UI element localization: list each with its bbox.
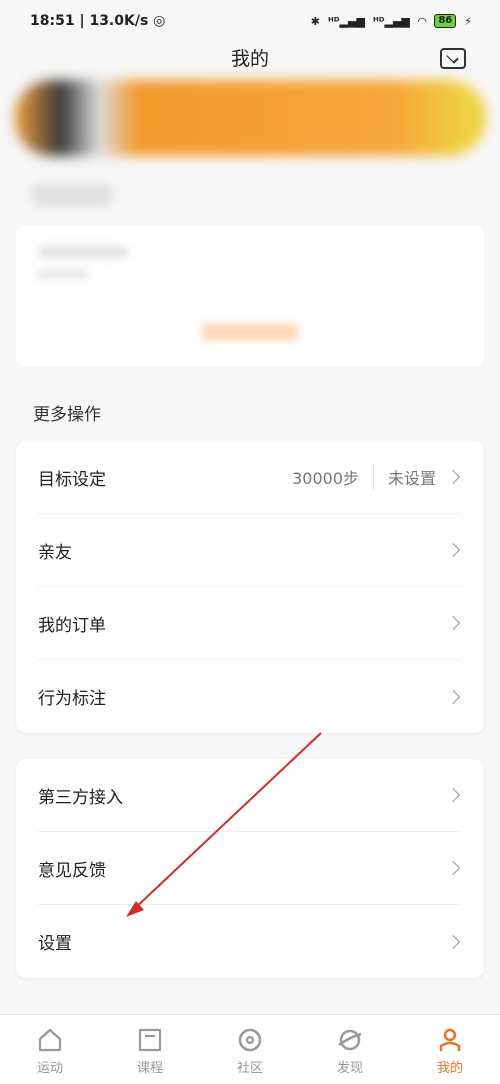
bottom-nav: 运动 课程 社区 发现 我的 — [0, 1014, 500, 1084]
nav-mine[interactable]: 我的 — [400, 1015, 500, 1084]
nav-course[interactable]: 课程 — [100, 1015, 200, 1084]
nav-sport[interactable]: 运动 — [0, 1015, 100, 1084]
nav-label: 课程 — [136, 1061, 163, 1076]
planet-icon — [338, 1029, 362, 1051]
annotation-arrow — [126, 732, 322, 917]
nav-community[interactable]: 社区 — [200, 1015, 300, 1084]
nav-label: 社区 — [236, 1061, 263, 1076]
course-icon — [138, 1028, 162, 1052]
nav-label: 运动 — [36, 1061, 63, 1076]
nav-discover[interactable]: 发现 — [300, 1015, 400, 1084]
nav-label: 我的 — [436, 1061, 463, 1076]
home-icon — [38, 1028, 62, 1052]
community-icon — [238, 1028, 262, 1052]
nav-label: 发现 — [336, 1061, 363, 1076]
user-icon — [439, 1028, 461, 1051]
